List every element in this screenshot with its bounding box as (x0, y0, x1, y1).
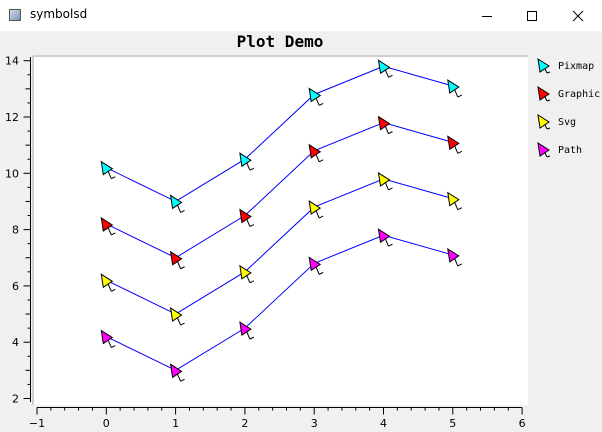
y-tick-label: 2 (12, 393, 19, 406)
maximize-button[interactable] (509, 0, 555, 31)
y-tick-label: 6 (12, 280, 19, 293)
legend-item-svg[interactable]: Svg (536, 114, 576, 130)
legend-label: Graphic (558, 88, 601, 100)
plot-canvas (34, 57, 528, 405)
legend-item-graphic[interactable]: Graphic (536, 86, 600, 102)
legend-label: Path (558, 144, 583, 156)
app-icon (9, 9, 21, 21)
app-window: symbolsd Plot Demo 2 4 6 8 10 12 14 −1 0 1 2 3 4 5 6 Pi… (0, 0, 602, 432)
x-tick-label: 3 (311, 417, 318, 430)
x-tick-label: 0 (103, 417, 110, 430)
legend-label: Svg (558, 116, 577, 128)
x-tick-label: −1 (29, 417, 45, 430)
legend-item-pixmap[interactable]: Pixmap (536, 58, 594, 74)
y-tick-label: 14 (5, 55, 19, 68)
x-tick-label: 4 (380, 417, 387, 430)
plot-area: Plot Demo2468101214−1 0 1 2 3 4 5 6 (5, 32, 528, 430)
x-tick-label: 1 (172, 417, 179, 430)
y-tick-label: 12 (5, 111, 19, 124)
minimize-icon (482, 15, 492, 17)
legend-symbol-svg (537, 114, 551, 130)
legend-symbol-path (537, 142, 551, 158)
maximize-icon (527, 10, 537, 21)
legend-label: Pixmap (558, 60, 595, 72)
title-bar[interactable]: symbolsd (0, 0, 602, 31)
y-tick-label: 4 (12, 336, 19, 349)
legend-symbol-graphic (537, 86, 551, 102)
x-tick-label: 6 (519, 417, 526, 430)
x-tick-label: 5 (449, 417, 456, 430)
close-button[interactable] (555, 0, 601, 31)
window-title: symbolsd (30, 7, 88, 21)
legend-symbol-pixmap (537, 58, 551, 74)
close-icon (572, 10, 584, 21)
chart-title: Plot Demo (237, 32, 324, 51)
legend-item-path[interactable]: Path (536, 142, 582, 158)
x-tick-label: 2 (241, 417, 248, 430)
y-tick-label: 8 (12, 224, 19, 237)
y-tick-label: 10 (5, 167, 19, 180)
minimize-button[interactable] (464, 0, 510, 31)
